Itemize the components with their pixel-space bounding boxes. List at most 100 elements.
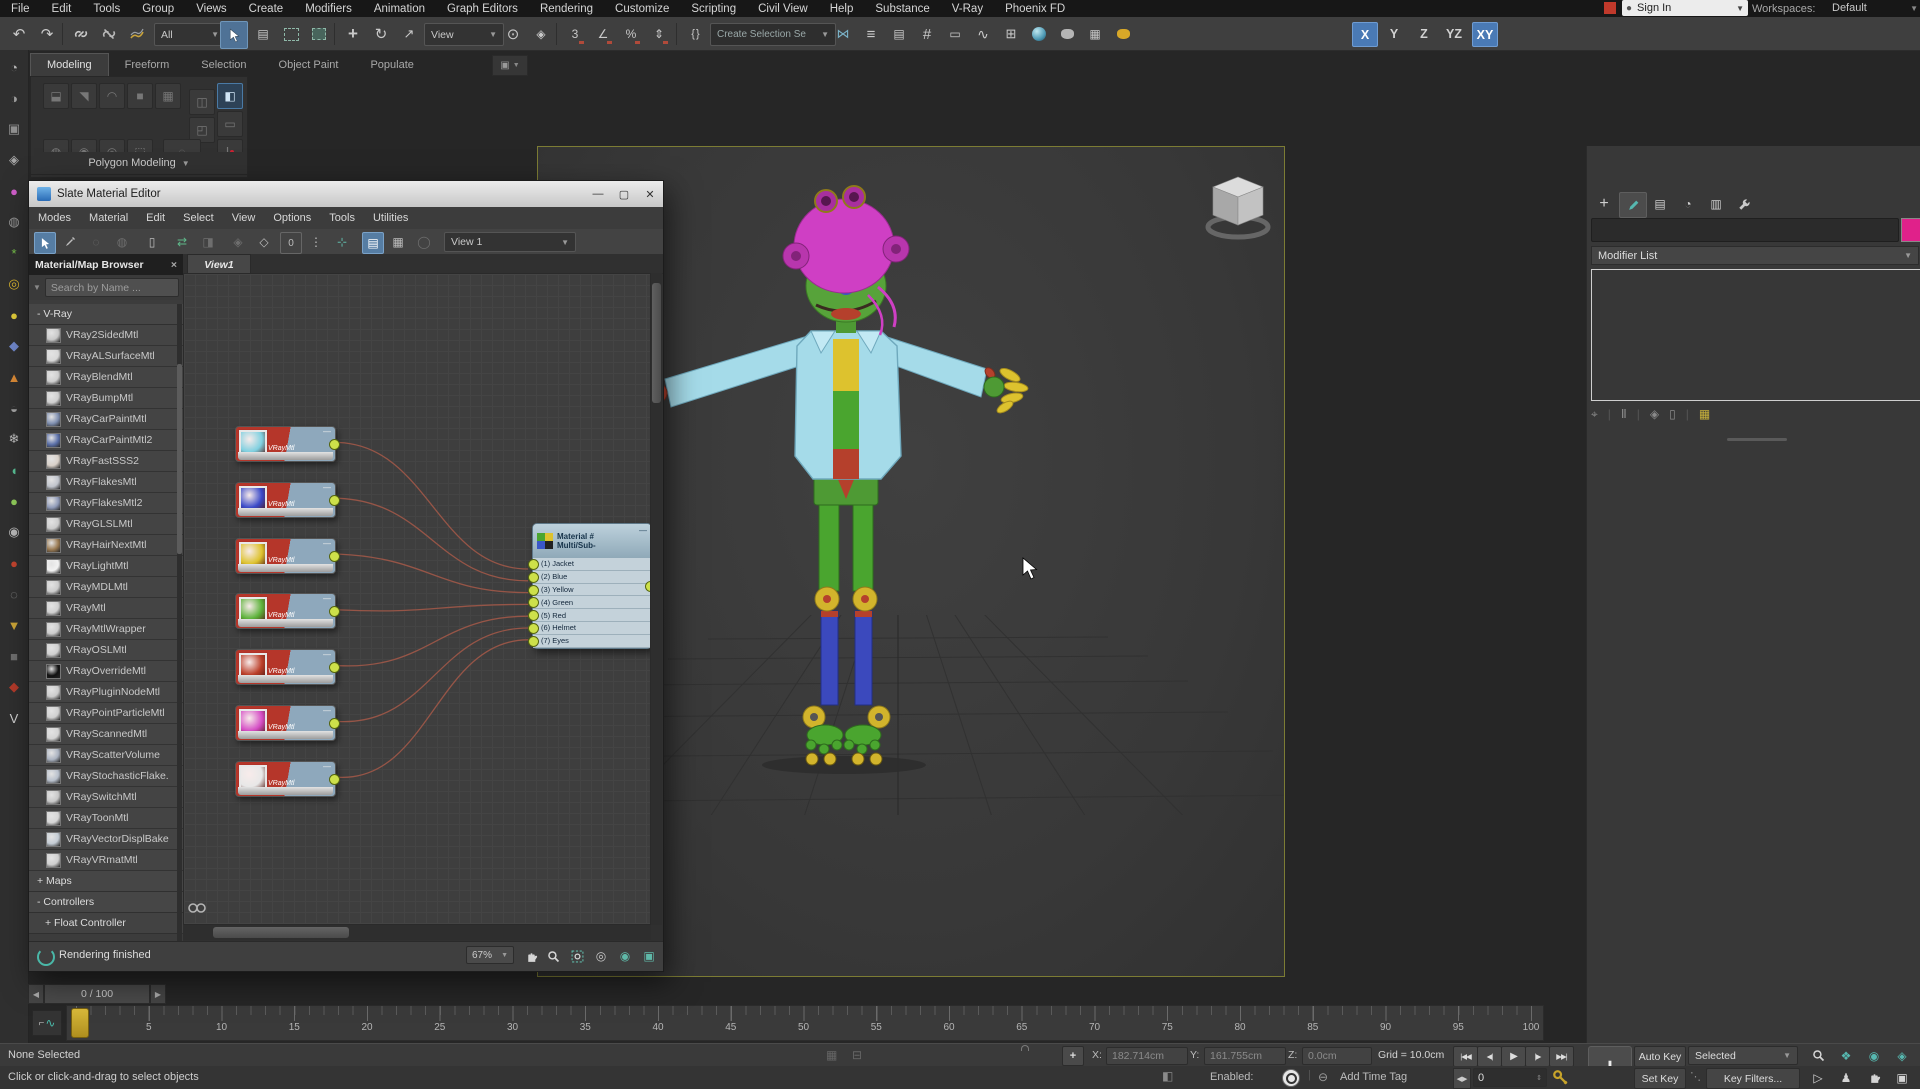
material-group--v-ray[interactable]: - V-Ray — [29, 304, 183, 325]
utilities-tab[interactable] — [1731, 192, 1757, 216]
select-and-rotate-button[interactable]: ↻ — [368, 21, 394, 47]
playback-go-end[interactable]: ▶▶| — [1549, 1046, 1574, 1067]
minimize-button[interactable]: — — [585, 184, 611, 204]
material-item-vraypointparticlemtl[interactable]: VRayPointParticleMtl — [29, 703, 183, 724]
slate-menu-material[interactable]: Material — [80, 212, 137, 224]
y-coordinate-field[interactable]: 161.755cm — [1204, 1047, 1286, 1065]
character-model[interactable] — [622, 186, 1028, 765]
render-setup-button[interactable] — [1054, 21, 1080, 47]
isolate-selection-icon[interactable]: ▦ — [826, 1048, 837, 1062]
ribbon-tab-freeform[interactable]: Freeform — [109, 54, 186, 76]
ribbon-button[interactable]: ▭ — [217, 111, 243, 137]
material-item-vrayflakesmtl[interactable]: VRayFlakesMtl — [29, 472, 183, 493]
output-socket[interactable] — [329, 495, 340, 506]
menu-views[interactable]: Views — [185, 3, 237, 15]
hierarchy-tab[interactable]: ▤ — [1647, 192, 1673, 216]
zoom-tool-icon[interactable] — [543, 946, 563, 966]
pan-tool-icon[interactable] — [521, 946, 541, 966]
ribbon-tab-modeling[interactable]: Modeling — [30, 53, 109, 76]
zoom-extents-selected-icon[interactable]: ◉ — [615, 946, 635, 966]
material-group--float-controller[interactable]: + Float Controller — [29, 913, 183, 934]
edit-named-selection-sets-button[interactable]: { } — [682, 21, 708, 47]
redo-button[interactable]: ↷ — [34, 21, 60, 47]
menu-scripting[interactable]: Scripting — [680, 3, 747, 15]
rendered-frame-window-button[interactable]: ▦ — [1082, 21, 1108, 47]
object-color-swatch[interactable] — [1901, 218, 1920, 242]
animate-selection-dropdown[interactable]: Selected ▼ — [1688, 1046, 1798, 1065]
input-socket[interactable] — [528, 636, 539, 647]
menu-help[interactable]: Help — [819, 3, 865, 15]
material-item-vraytoonmtl[interactable]: VRayToonMtl — [29, 808, 183, 829]
slate-menu-view[interactable]: View — [223, 212, 265, 224]
material-group--maps[interactable]: + Maps — [29, 871, 183, 892]
ribbon-tab-object-paint[interactable]: Object Paint — [263, 54, 355, 76]
material-item-vrayalsurfacemtl[interactable]: VRayALSurfaceMtl — [29, 346, 183, 367]
close-button[interactable]: ✕ — [637, 184, 663, 204]
menu-edit[interactable]: Edit — [41, 3, 83, 15]
material-group--controllers[interactable]: - Controllers — [29, 892, 183, 913]
material-node-5[interactable]: — VRayMtl — [235, 649, 336, 685]
set-key-button[interactable]: Set Key — [1634, 1068, 1686, 1089]
menu-rendering[interactable]: Rendering — [529, 3, 604, 15]
output-socket[interactable] — [329, 718, 340, 729]
ribbon-toggle-button[interactable]: ▭ — [942, 21, 968, 47]
material-node-4[interactable]: — VRayMtl — [235, 593, 336, 629]
collapse-icon[interactable]: — — [323, 762, 331, 771]
menu-create[interactable]: Create — [238, 3, 295, 15]
record-toggle[interactable] — [1282, 1069, 1300, 1087]
material-item-vrayvectordisplbake[interactable]: VRayVectorDisplBake — [29, 829, 183, 850]
scrollbar-thumb[interactable] — [177, 364, 182, 554]
field-of-view-icon[interactable]: ▷ — [1806, 1068, 1830, 1087]
material-item-vrayfastsss2[interactable]: VRayFastSSS2 — [29, 451, 183, 472]
left-toolbar-icon-21[interactable]: V — [5, 709, 23, 727]
maximize-viewport-toggle[interactable]: ▣ — [1890, 1068, 1914, 1087]
input-socket[interactable] — [528, 623, 539, 634]
ribbon-button[interactable]: ⬓ — [43, 83, 69, 109]
material-item-vraycarpaintmtl2[interactable]: VRayCarPaintMtl2 — [29, 430, 183, 451]
canvas-vscrollbar[interactable] — [651, 273, 662, 925]
browser-header[interactable]: Material/Map Browser × — [29, 254, 183, 275]
select-by-name-button[interactable]: ▤ — [250, 21, 276, 47]
left-toolbar-icon-1[interactable]: ◑ — [5, 89, 23, 107]
key-filters-button[interactable]: Key Filters... — [1706, 1068, 1800, 1089]
snap-toggle-3[interactable]: ⇕ — [646, 21, 672, 47]
current-frame-field[interactable]: 0 ⇕ — [1473, 1068, 1547, 1087]
multisub-slot-4[interactable]: (4) Green — [533, 596, 651, 609]
slate-menu-select[interactable]: Select — [174, 212, 223, 224]
ribbon-camera-menu[interactable]: ▣▼ — [492, 55, 528, 76]
ribbon-tab-populate[interactable]: Populate — [354, 54, 429, 76]
multisub-slot-6[interactable]: (6) Helmet — [533, 622, 651, 635]
material-item-vraymtlwrapper[interactable]: VRayMtlWrapper — [29, 619, 183, 640]
left-toolbar-icon-9[interactable]: ◆ — [5, 337, 23, 355]
playback-next-frame[interactable]: |▶ — [1525, 1046, 1550, 1067]
time-range-field[interactable]: 0 / 100 — [44, 984, 150, 1004]
canvas-zoom-dropdown[interactable]: 67% ▼ — [466, 946, 514, 964]
material-item-vraybumpmtl[interactable]: VRayBumpMtl — [29, 388, 183, 409]
material-node-2[interactable]: — VRayMtl — [235, 482, 336, 518]
material-editor-button[interactable] — [1026, 21, 1052, 47]
left-toolbar-icon-10[interactable]: ▲ — [5, 368, 23, 386]
ribbon-button[interactable]: ◫ — [189, 89, 215, 115]
slate-menu-tools[interactable]: Tools — [320, 212, 364, 224]
output-socket[interactable] — [329, 551, 340, 562]
assign-material-to-selection-icon[interactable]: ▯ — [142, 232, 162, 252]
select-object-button[interactable] — [220, 21, 248, 49]
panel-resize-handle[interactable] — [1727, 438, 1787, 441]
snap-toggle-2[interactable]: % — [618, 21, 644, 47]
sign-in-button[interactable]: ● Sign In ▼ — [1622, 0, 1748, 16]
material-item-vray2sidedmtl[interactable]: VRay2SidedMtl — [29, 325, 183, 346]
menu-file[interactable]: File — [0, 3, 41, 15]
material-item-vrayglslmtl[interactable]: VRayGLSLMtl — [29, 514, 183, 535]
input-socket[interactable] — [528, 585, 539, 596]
scrollbar-thumb[interactable] — [652, 283, 661, 403]
curve-editor-button[interactable]: ∿ — [970, 21, 996, 47]
layout-all-icon[interactable]: ⊹ — [332, 232, 352, 252]
menu-civil-view[interactable]: Civil View — [747, 3, 819, 15]
pan-to-selected-icon[interactable] — [188, 902, 206, 914]
range-prev-button[interactable]: ◀ — [28, 984, 44, 1004]
left-toolbar-icon-3[interactable]: ◈ — [5, 151, 23, 169]
zoom-all-icon[interactable]: ❖ — [1834, 1046, 1858, 1065]
polygon-modeling-expander[interactable]: Polygon Modeling ▼ — [30, 152, 248, 175]
time-tag-menu-icon[interactable]: ⊖ — [1318, 1070, 1328, 1084]
input-socket[interactable] — [528, 559, 539, 570]
